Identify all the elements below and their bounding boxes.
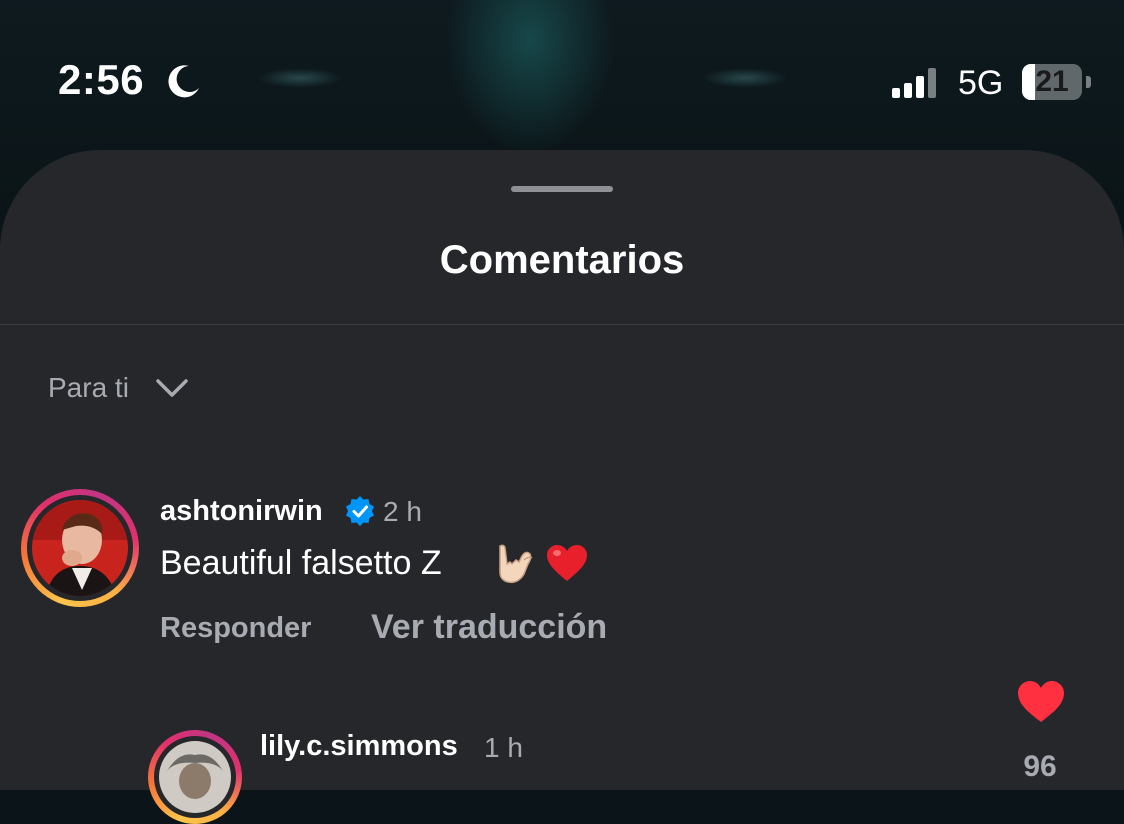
comments-sheet: Comentarios Para ti ashtonirwin 2 h Beau… (0, 150, 1124, 824)
battery-icon: 21 (1022, 64, 1082, 100)
comment-time: 2 h (383, 496, 422, 527)
sort-dropdown[interactable]: Para ti (48, 368, 189, 408)
sort-label: Para ti (48, 372, 129, 403)
comment-username[interactable]: ashtonirwin (160, 495, 323, 528)
like-count: 96 (1023, 750, 1057, 783)
sheet-title: Comentarios (439, 238, 685, 282)
comment-text: Beautiful falsetto Z (160, 544, 442, 582)
header-divider (0, 324, 1124, 325)
moon-icon (168, 65, 199, 98)
status-bar: 2:56 5G 21 (0, 0, 1124, 150)
reply-button[interactable]: Responder (160, 612, 311, 645)
avatar-photo (32, 500, 128, 596)
battery-level: 21 (1035, 65, 1069, 98)
status-time: 2:56 (58, 56, 145, 103)
comment-username[interactable]: lily.c.simmons (260, 730, 458, 763)
signal-icon (892, 68, 940, 98)
rock-on-hand-emoji-icon (499, 544, 533, 584)
avatar[interactable] (21, 489, 139, 607)
sheet-grabber[interactable] (511, 186, 613, 192)
comment-time: 1 h (484, 732, 523, 763)
see-translation-button[interactable]: Ver traducción (371, 608, 607, 647)
chevron-down-icon (156, 379, 188, 397)
heart-filled-icon[interactable] (1016, 680, 1066, 724)
red-heart-emoji-icon (547, 545, 587, 581)
network-type: 5G (958, 64, 1004, 102)
battery-nub (1086, 76, 1091, 88)
verified-badge-icon (346, 496, 374, 526)
avatar[interactable] (148, 730, 242, 824)
avatar-photo (159, 741, 231, 813)
